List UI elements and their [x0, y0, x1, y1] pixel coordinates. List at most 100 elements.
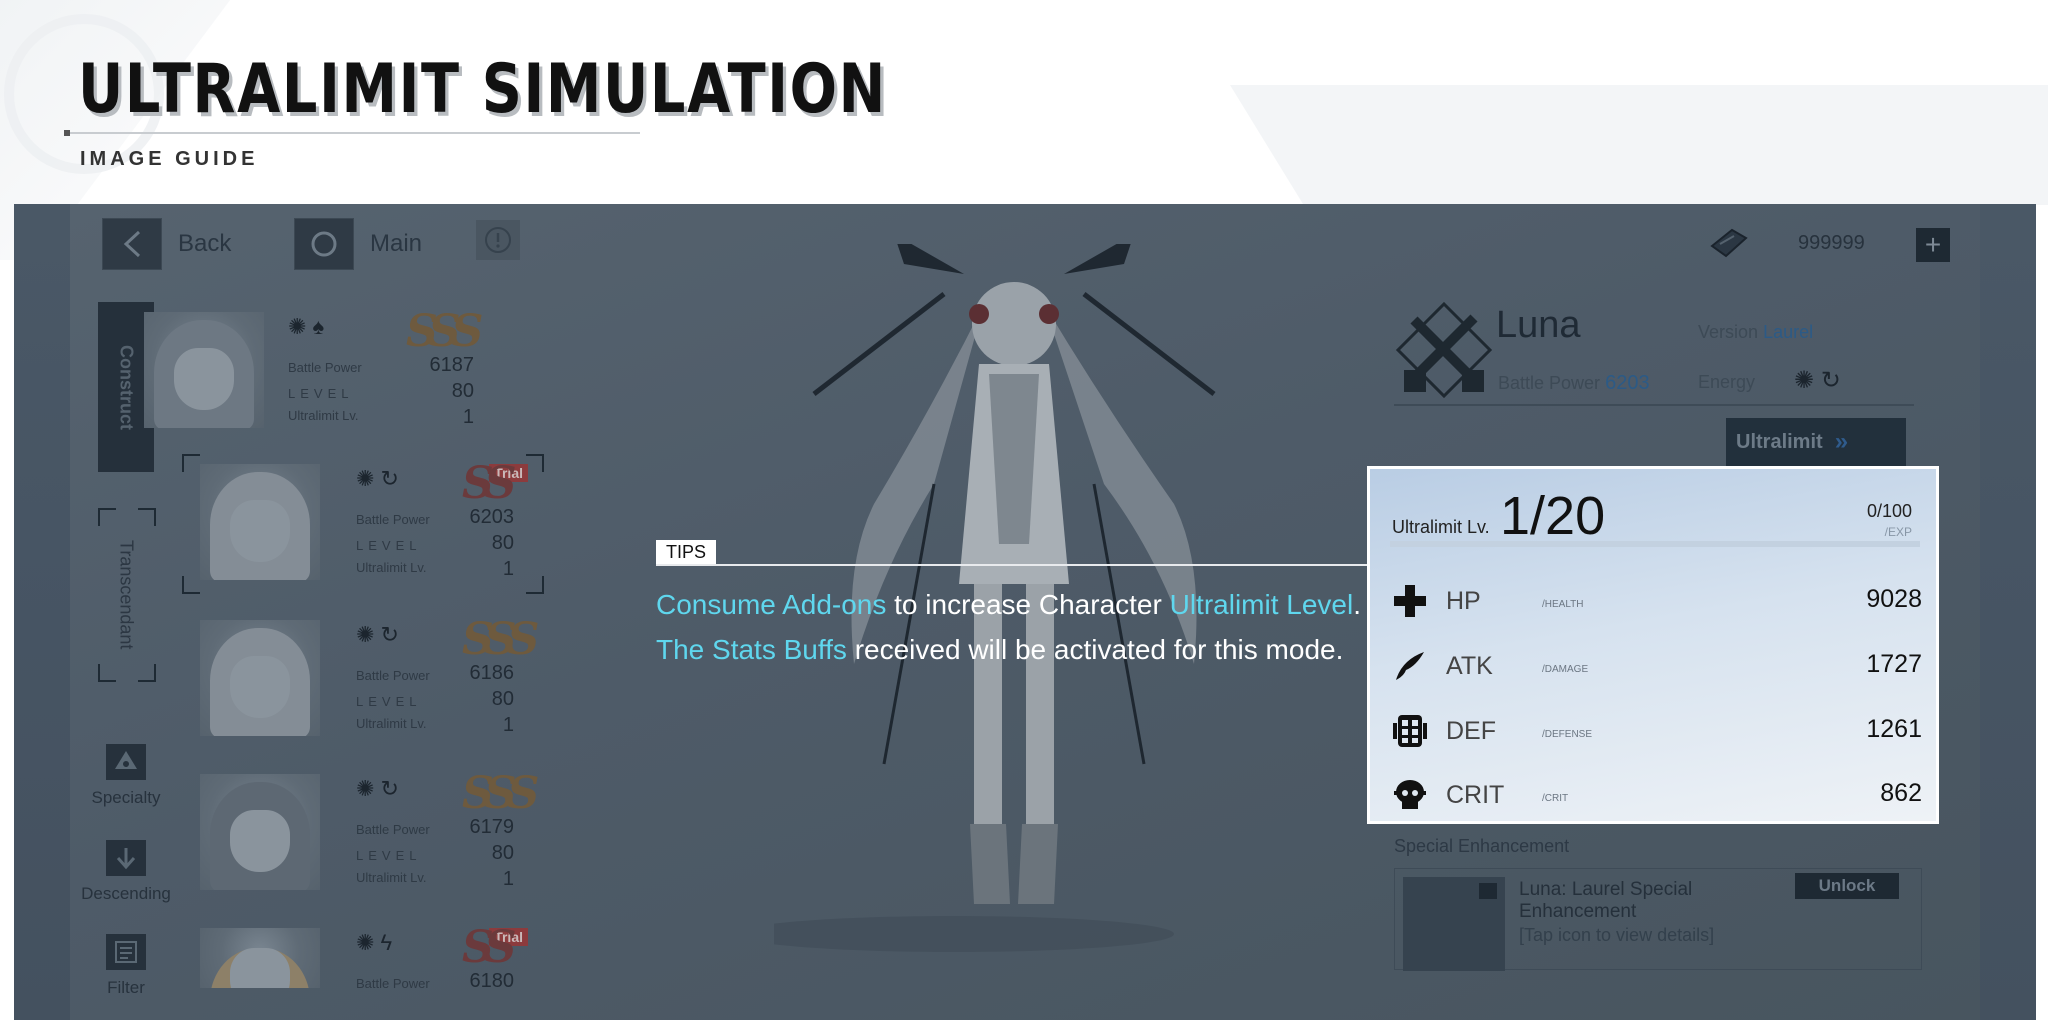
tab-transcendant[interactable]: Transcendant	[98, 510, 154, 680]
battle-power-label: Battle Power	[356, 512, 430, 527]
stat-name: ATK	[1446, 652, 1493, 680]
special-enhancement-card[interactable]: Luna: Laurel Special Enhancement [Tap ic…	[1394, 868, 1922, 971]
ultralimit-value: 1	[502, 714, 514, 736]
version-label: Version Laurel	[1698, 322, 1814, 342]
class-emblem-icon	[1394, 300, 1494, 400]
enhancement-hint: [Tap icon to view details]	[1519, 925, 1715, 945]
character-portrait	[200, 928, 320, 988]
character-card[interactable]: ✺ ♠ SSS Battle Power 6187 LEVEL 80 Ultra…	[144, 306, 483, 430]
stat-name: DEF	[1446, 717, 1496, 745]
tips-text: Consume Add-ons to increase Character Ul…	[656, 582, 1361, 672]
guide-page: ULTRALIMIT SIMULATION IMAGE GUIDE Back M…	[0, 0, 2048, 1024]
alert-button[interactable]	[476, 220, 520, 260]
stat-value: 1261	[1866, 715, 1922, 743]
tab-bracket-tr	[138, 508, 156, 526]
stat-row-atk: ATK /DAMAGE 1727	[1392, 646, 1922, 686]
character-portrait	[200, 620, 320, 736]
descending-label: Descending	[81, 884, 171, 903]
stat-row-crit: CRIT /CRIT 862	[1392, 775, 1922, 815]
character-card[interactable]: ✺ ↻ SSS Battle Power 6186 LEVEL 80 Ultra…	[200, 614, 539, 738]
info-divider	[1394, 404, 1914, 406]
rank-badge: SSS	[462, 768, 539, 819]
battle-power-value: 6179	[469, 816, 515, 838]
filter-label: Filter	[107, 978, 145, 997]
element-icons: ✺ ϟ	[356, 930, 393, 955]
ultralimit-stats-panel: Ultralimit Lv. 1/20 0/100 /EXP HP /HEALT…	[1367, 466, 1939, 824]
stat-value: 1727	[1866, 650, 1922, 678]
tips-pointer-line	[656, 564, 1368, 566]
battle-power-label: Battle Power	[356, 822, 430, 837]
lock-icon	[1479, 883, 1497, 899]
stat-value: 862	[1880, 779, 1922, 807]
battle-power-label: Battle Power 6203	[1498, 372, 1650, 394]
add-currency-button[interactable]: +	[1916, 228, 1950, 262]
ultralimit-level-label: Ultralimit Lv.	[1392, 517, 1490, 537]
specialty-icon[interactable]	[106, 744, 146, 780]
stat-name: HP	[1446, 587, 1481, 615]
character-name: Luna	[1496, 304, 1581, 346]
character-card[interactable]: ✺ ↻ SSS Battle Power 6179 LEVEL 80 Ultra…	[200, 768, 539, 892]
stat-row-hp: HP /HEALTH 9028	[1392, 581, 1922, 621]
stat-sub: /CRIT	[1542, 793, 1569, 804]
battle-power-value: 6203	[1605, 372, 1650, 394]
battle-power-label: Battle Power	[356, 668, 430, 683]
battle-power-label: Battle Power	[288, 360, 362, 375]
unlock-button[interactable]: Unlock	[1795, 873, 1899, 899]
ultralimit-label: Ultralimit Lv.	[288, 408, 359, 423]
page-subtitle: IMAGE GUIDE	[80, 148, 259, 170]
element-icons: ✺ ♠	[288, 314, 325, 339]
back-button[interactable]: Back	[102, 218, 231, 270]
selected-bracket-bl	[182, 576, 200, 594]
enhancement-title: Luna: Laurel Special Enhancement	[1519, 879, 1693, 922]
circle-icon	[294, 218, 354, 270]
battle-power-label: Battle Power	[356, 976, 430, 991]
stat-sub: /DAMAGE	[1542, 664, 1589, 675]
ultralimit-value: 1	[502, 868, 514, 890]
currency-icon	[1706, 226, 1750, 265]
special-enhancement-label: Special Enhancement	[1394, 836, 1570, 856]
tips-tag: TIPS	[656, 540, 717, 564]
battle-power-value: 6180	[469, 970, 515, 992]
level-value: 80	[491, 842, 514, 864]
ultralimit-value: 1	[462, 406, 474, 428]
element-icons: ✺ ↻	[356, 622, 399, 647]
energy-icons: ✺ ↻	[1794, 367, 1841, 394]
title-underline-dot	[64, 130, 70, 136]
blade-icon	[1392, 648, 1428, 684]
ultralimit-button[interactable]: Ultralimit »	[1726, 418, 1906, 466]
version-value: Laurel	[1763, 322, 1814, 342]
tips-line-2: The Stats Buffs received will be activat…	[656, 634, 1344, 665]
character-portrait	[200, 464, 320, 580]
rank-badge: SSS	[462, 614, 539, 665]
filter-icon[interactable]	[106, 934, 146, 970]
character-card-selected[interactable]: Trial ✺ ↻ SS Battle Power 6203 LEVEL 80 …	[200, 458, 530, 582]
main-label: Main	[370, 230, 423, 257]
enhancement-thumbnail[interactable]	[1403, 877, 1505, 971]
level-value: 80	[451, 380, 474, 402]
battle-power-value: 6186	[469, 662, 515, 684]
back-label: Back	[178, 230, 232, 257]
rank-badge: SS	[462, 458, 517, 509]
character-portrait	[200, 774, 320, 890]
main-button[interactable]: Main	[294, 218, 422, 270]
header-right-decoration	[1230, 85, 2048, 205]
exp-label: /EXP	[1884, 525, 1912, 539]
element-icons: ✺ ↻	[356, 776, 399, 801]
arrow-down-icon[interactable]	[106, 840, 146, 876]
battle-power-value: 6187	[429, 354, 475, 376]
character-card[interactable]: Trial ✺ ϟ SS Battle Power 6180	[200, 922, 530, 1006]
stat-value: 9028	[1866, 585, 1922, 613]
chevron-left-icon	[102, 218, 162, 270]
currency-value: 999999	[1798, 232, 1865, 254]
level-label: LEVEL	[356, 694, 422, 709]
stat-sub: /DEFENSE	[1542, 729, 1593, 740]
energy-label: Energy	[1698, 372, 1756, 392]
ultralimit-value: 1	[502, 558, 514, 580]
level-label: LEVEL	[356, 848, 422, 863]
ultralimit-label: Ultralimit Lv.	[356, 870, 427, 885]
ultralimit-label: Ultralimit Lv.	[356, 560, 427, 575]
selected-bracket-tl	[182, 454, 200, 472]
ultralimit-button-label: Ultralimit	[1736, 430, 1823, 453]
page-title: ULTRALIMIT SIMULATION	[78, 50, 887, 129]
cross-icon	[1392, 583, 1428, 619]
